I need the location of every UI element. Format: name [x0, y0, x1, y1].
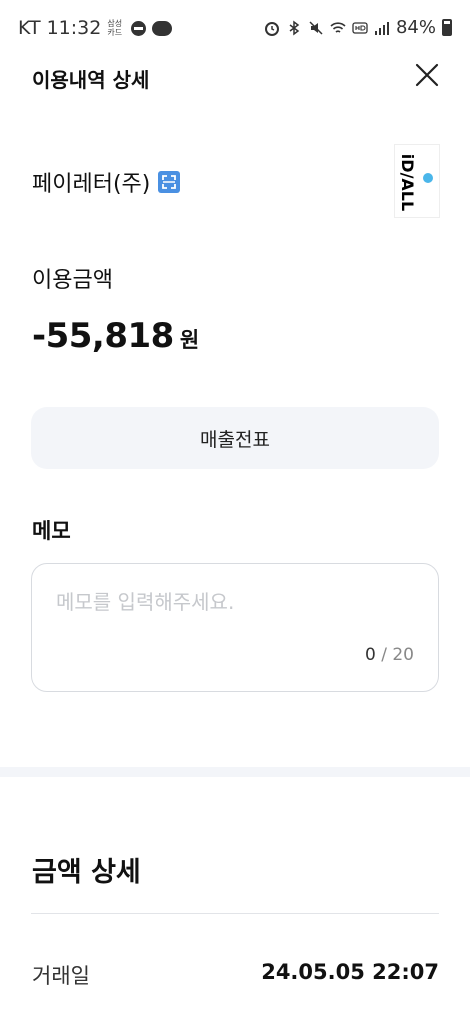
logo-text: iD/ALL — [398, 153, 418, 212]
status-bar-right: 84% — [264, 17, 452, 38]
memo-input[interactable] — [56, 590, 406, 614]
detail-value: 24.05.05 22:07 — [261, 960, 439, 984]
status-bar: KT 11:32 삼성카드 84% — [0, 0, 470, 58]
merchant-logo: iD/ALL — [394, 144, 440, 218]
logo-dot — [423, 173, 433, 183]
carrier-label: KT — [18, 17, 41, 39]
signal-icon — [374, 21, 389, 35]
clock: 11:32 — [46, 17, 102, 39]
receipt-button[interactable]: 매출전표 — [31, 407, 439, 469]
do-not-disturb-icon — [131, 20, 147, 36]
amount-row: -55,818 원 — [32, 316, 199, 356]
scan-icon[interactable] — [158, 171, 181, 193]
battery-icon — [442, 19, 452, 36]
battery-percent: 84% — [395, 17, 436, 38]
memo-max: / 20 — [381, 645, 414, 665]
memo-count: 0 — [365, 645, 376, 665]
app-label: 삼성카드 — [107, 19, 123, 37]
mute-icon — [309, 20, 323, 35]
close-icon[interactable] — [412, 60, 442, 90]
memo-title: 메모 — [32, 519, 71, 543]
page-title: 이용내역 상세 — [32, 68, 150, 92]
hd-icon — [352, 21, 368, 34]
wifi-icon — [330, 21, 346, 33]
amount-unit: 원 — [179, 328, 200, 352]
amount-value: -55,818 — [32, 316, 174, 356]
alarm-icon — [264, 21, 279, 36]
detail-key: 거래일 — [32, 964, 90, 988]
detail-title: 금액 상세 — [32, 857, 141, 888]
status-bar-left: KT 11:32 삼성카드 — [18, 17, 173, 39]
section-divider — [0, 767, 470, 777]
detail-divider — [31, 913, 439, 914]
detail-row: 거래일 24.05.05 22:07 — [32, 958, 439, 994]
merchant-name-wrap: 페이레터(주) — [32, 166, 181, 198]
header: 이용내역 상세 — [0, 58, 470, 94]
memo-box: 0 / 20 — [31, 563, 439, 692]
amount-label: 이용금액 — [32, 268, 113, 293]
merchant-name: 페이레터(주) — [32, 172, 151, 197]
bluetooth-icon — [289, 20, 300, 35]
cloud-icon — [152, 20, 173, 36]
merchant-row: 페이레터(주) iD/ALL — [32, 140, 440, 220]
memo-counter: 0 / 20 — [365, 645, 414, 665]
